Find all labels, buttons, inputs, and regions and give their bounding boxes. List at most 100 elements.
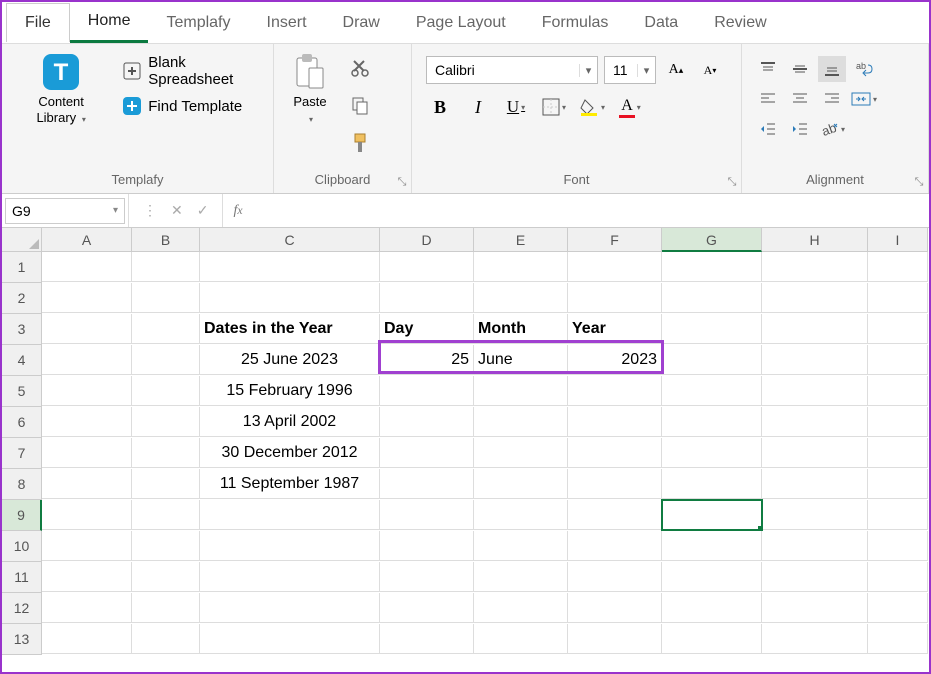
- cell-G9[interactable]: [662, 500, 762, 530]
- col-header-C[interactable]: C: [200, 228, 380, 252]
- cell-F10[interactable]: [568, 531, 662, 561]
- cell-C3[interactable]: Dates in the Year: [200, 314, 380, 344]
- cell-C11[interactable]: [200, 562, 380, 592]
- blank-spreadsheet-button[interactable]: Blank Spreadsheet: [118, 52, 259, 90]
- format-painter-button[interactable]: [346, 130, 374, 156]
- cell-I4[interactable]: [868, 345, 928, 375]
- cell-A1[interactable]: [42, 252, 132, 282]
- cell-I8[interactable]: [868, 469, 928, 499]
- align-right-button[interactable]: [818, 86, 846, 112]
- cell-D3[interactable]: Day: [380, 314, 474, 344]
- cell-H10[interactable]: [762, 531, 868, 561]
- align-center-button[interactable]: [786, 86, 814, 112]
- cell-B2[interactable]: [132, 283, 200, 313]
- cell-E12[interactable]: [474, 593, 568, 623]
- increase-indent-button[interactable]: [786, 116, 814, 142]
- cell-F4[interactable]: 2023: [568, 345, 662, 375]
- font-launcher[interactable]: ⤡: [725, 175, 739, 189]
- cell-I1[interactable]: [868, 252, 928, 282]
- cell-B9[interactable]: [132, 500, 200, 530]
- cell-I3[interactable]: [868, 314, 928, 344]
- cell-H13[interactable]: [762, 624, 868, 654]
- cell-F9[interactable]: [568, 500, 662, 530]
- cell-E13[interactable]: [474, 624, 568, 654]
- cell-H12[interactable]: [762, 593, 868, 623]
- copy-button[interactable]: [346, 92, 374, 118]
- cell-F12[interactable]: [568, 593, 662, 623]
- align-middle-button[interactable]: [786, 56, 814, 82]
- row-header-8[interactable]: 8: [2, 469, 42, 500]
- cell-H6[interactable]: [762, 407, 868, 437]
- cell-A13[interactable]: [42, 624, 132, 654]
- row-header-2[interactable]: 2: [2, 283, 42, 314]
- cell-C8[interactable]: 11 September 1987: [200, 469, 380, 499]
- cell-I10[interactable]: [868, 531, 928, 561]
- cell-H3[interactable]: [762, 314, 868, 344]
- cell-F5[interactable]: [568, 376, 662, 406]
- cell-D8[interactable]: [380, 469, 474, 499]
- cell-H2[interactable]: [762, 283, 868, 313]
- cell-E8[interactable]: [474, 469, 568, 499]
- cell-C2[interactable]: [200, 283, 380, 313]
- alignment-launcher[interactable]: ⤡: [912, 175, 926, 189]
- col-header-B[interactable]: B: [132, 228, 200, 252]
- cell-F1[interactable]: [568, 252, 662, 282]
- align-top-button[interactable]: [754, 56, 782, 82]
- tab-page-layout[interactable]: Page Layout: [398, 4, 524, 42]
- row-header-13[interactable]: 13: [2, 624, 42, 655]
- row-header-5[interactable]: 5: [2, 376, 42, 407]
- cell-A3[interactable]: [42, 314, 132, 344]
- formula-input[interactable]: [253, 194, 929, 227]
- cell-G7[interactable]: [662, 438, 762, 468]
- cell-I9[interactable]: [868, 500, 928, 530]
- col-header-D[interactable]: D: [380, 228, 474, 252]
- cell-I7[interactable]: [868, 438, 928, 468]
- cell-E1[interactable]: [474, 252, 568, 282]
- cell-G3[interactable]: [662, 314, 762, 344]
- row-header-11[interactable]: 11: [2, 562, 42, 593]
- cell-G13[interactable]: [662, 624, 762, 654]
- cell-A6[interactable]: [42, 407, 132, 437]
- cell-D10[interactable]: [380, 531, 474, 561]
- cell-B10[interactable]: [132, 531, 200, 561]
- col-header-A[interactable]: A: [42, 228, 132, 252]
- cell-H5[interactable]: [762, 376, 868, 406]
- cell-A5[interactable]: [42, 376, 132, 406]
- cell-B4[interactable]: [132, 345, 200, 375]
- cell-E4[interactable]: June: [474, 345, 568, 375]
- align-bottom-button[interactable]: [818, 56, 846, 82]
- cell-E11[interactable]: [474, 562, 568, 592]
- cell-E7[interactable]: [474, 438, 568, 468]
- merge-button[interactable]: ▾: [850, 86, 878, 112]
- tab-data[interactable]: Data: [626, 4, 696, 42]
- name-box[interactable]: G9 ▾: [5, 198, 125, 224]
- cell-B8[interactable]: [132, 469, 200, 499]
- cell-D12[interactable]: [380, 593, 474, 623]
- clipboard-launcher[interactable]: ⤡: [395, 175, 409, 189]
- cancel-formula-button[interactable]: ✕: [171, 202, 183, 219]
- tab-templafy[interactable]: Templafy: [148, 4, 248, 42]
- underline-button[interactable]: U▾: [502, 94, 530, 120]
- cell-B13[interactable]: [132, 624, 200, 654]
- tab-home[interactable]: Home: [70, 2, 149, 43]
- cell-D5[interactable]: [380, 376, 474, 406]
- row-header-12[interactable]: 12: [2, 593, 42, 624]
- cell-A2[interactable]: [42, 283, 132, 313]
- tab-review[interactable]: Review: [696, 4, 784, 42]
- row-header-10[interactable]: 10: [2, 531, 42, 562]
- cell-A9[interactable]: [42, 500, 132, 530]
- cell-A4[interactable]: [42, 345, 132, 375]
- cell-B12[interactable]: [132, 593, 200, 623]
- cell-D11[interactable]: [380, 562, 474, 592]
- more-icon[interactable]: ⋮: [143, 202, 157, 219]
- content-library-button[interactable]: T Content Library ▾: [12, 50, 110, 127]
- cell-H4[interactable]: [762, 345, 868, 375]
- font-name-combo[interactable]: Calibri ▾: [426, 56, 598, 84]
- cell-E9[interactable]: [474, 500, 568, 530]
- decrease-indent-button[interactable]: [754, 116, 782, 142]
- cell-C4[interactable]: 25 June 2023: [200, 345, 380, 375]
- cell-A11[interactable]: [42, 562, 132, 592]
- cell-F11[interactable]: [568, 562, 662, 592]
- cell-C13[interactable]: [200, 624, 380, 654]
- cell-C12[interactable]: [200, 593, 380, 623]
